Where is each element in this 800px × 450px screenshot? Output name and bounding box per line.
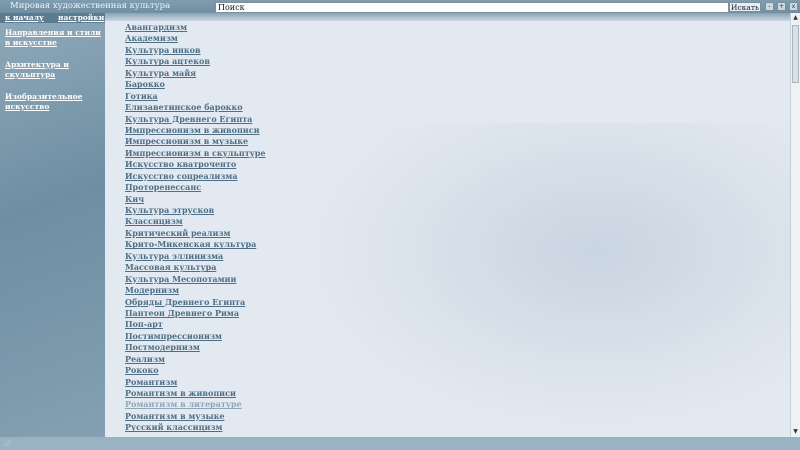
sidebar-nav: к началу настройки xyxy=(0,13,105,23)
style-link[interactable]: Романтизм в музыке xyxy=(125,411,266,422)
style-link[interactable]: Импрессионизм в музыке xyxy=(125,136,266,147)
up-arrow-icon[interactable]: ▲ xyxy=(791,13,800,23)
nav-home-link[interactable]: к началу xyxy=(5,13,44,23)
style-link[interactable]: Реализм xyxy=(125,354,266,365)
title-bar: Мировая художественная культура Искать -… xyxy=(0,0,800,13)
style-link[interactable]: Искусство соцреализма xyxy=(125,171,266,182)
style-link[interactable]: Импрессионизм в живописи xyxy=(125,125,266,136)
style-link[interactable]: Романтизм в живописи xyxy=(125,388,266,399)
status-bar: ◿ xyxy=(0,437,800,450)
style-link[interactable]: Пантеон Древнего Рима xyxy=(125,308,266,319)
app-title: Мировая художественная культура xyxy=(10,1,171,11)
style-link[interactable]: Критический реализм xyxy=(125,228,266,239)
nav-settings-link[interactable]: настройки xyxy=(58,13,104,23)
header-shadow xyxy=(105,13,790,21)
style-link[interactable]: Готика xyxy=(125,91,266,102)
style-link[interactable]: Культура Древнего Египта xyxy=(125,114,266,125)
style-link[interactable]: Культура этрусков xyxy=(125,205,266,216)
style-link[interactable]: Крито-Микенская культура xyxy=(125,239,266,250)
style-link[interactable]: Кич xyxy=(125,194,266,205)
minimize-button[interactable]: - xyxy=(765,2,774,11)
style-link[interactable]: Елизаветинское барокко xyxy=(125,102,266,113)
sidebar: к началу настройки Направления и стили в… xyxy=(0,13,105,437)
scroll-thumb[interactable] xyxy=(792,25,799,83)
style-link[interactable]: Импрессионизм в скульптуре xyxy=(125,148,266,159)
style-link[interactable]: Русский классицизм xyxy=(125,422,266,433)
style-link[interactable]: Поп-арт xyxy=(125,319,266,330)
down-arrow-icon[interactable]: ▼ xyxy=(791,427,800,437)
style-link[interactable]: Культура ацтеков xyxy=(125,56,266,67)
style-link[interactable]: Романтизм в литературе xyxy=(125,399,266,410)
style-link[interactable]: Академизм xyxy=(125,33,266,44)
style-link[interactable]: Культура эллинизма xyxy=(125,251,266,262)
style-link[interactable]: Романтизм xyxy=(125,377,266,388)
style-link[interactable]: Обряды Древнего Египта xyxy=(125,297,266,308)
style-link[interactable]: Культура Месопотамии xyxy=(125,274,266,285)
style-link[interactable]: Рококо xyxy=(125,365,266,376)
vertical-scrollbar[interactable]: ▲ ▼ xyxy=(790,13,800,437)
main-content: Авангардизм Академизм Культура инков Культу… xyxy=(105,13,790,437)
style-link[interactable]: Массовая культура xyxy=(125,262,266,273)
sidebar-item-architecture[interactable]: Архитектура и скульптура xyxy=(5,60,102,80)
style-link[interactable]: Барокко xyxy=(125,79,266,90)
style-link[interactable]: Проторенессанс xyxy=(125,182,266,193)
style-link[interactable]: Искусство кватроченто xyxy=(125,159,266,170)
maximize-button[interactable]: + xyxy=(777,2,786,11)
search-button[interactable]: Искать xyxy=(729,2,761,12)
style-link[interactable]: Постмодернизм xyxy=(125,342,266,353)
style-link[interactable]: Классицизм xyxy=(125,216,266,227)
background-mountain xyxy=(285,123,790,437)
style-link[interactable]: Авангардизм xyxy=(125,22,266,33)
styles-list: Авангардизм Академизм Культура инков Культу… xyxy=(125,22,266,434)
sidebar-item-fine-arts[interactable]: Изобразительное искусство xyxy=(5,92,102,112)
style-link[interactable]: Культура инков xyxy=(125,45,266,56)
style-link[interactable]: Постимпрессионизм xyxy=(125,331,266,342)
style-link[interactable]: Модернизм xyxy=(125,285,266,296)
sidebar-item-styles[interactable]: Направления и стили в искусстве xyxy=(5,28,102,48)
style-link[interactable]: Культура майя xyxy=(125,68,266,79)
search-input[interactable] xyxy=(215,2,729,13)
resize-grip-icon: ◿ xyxy=(4,438,11,447)
close-button[interactable]: x xyxy=(789,2,798,11)
